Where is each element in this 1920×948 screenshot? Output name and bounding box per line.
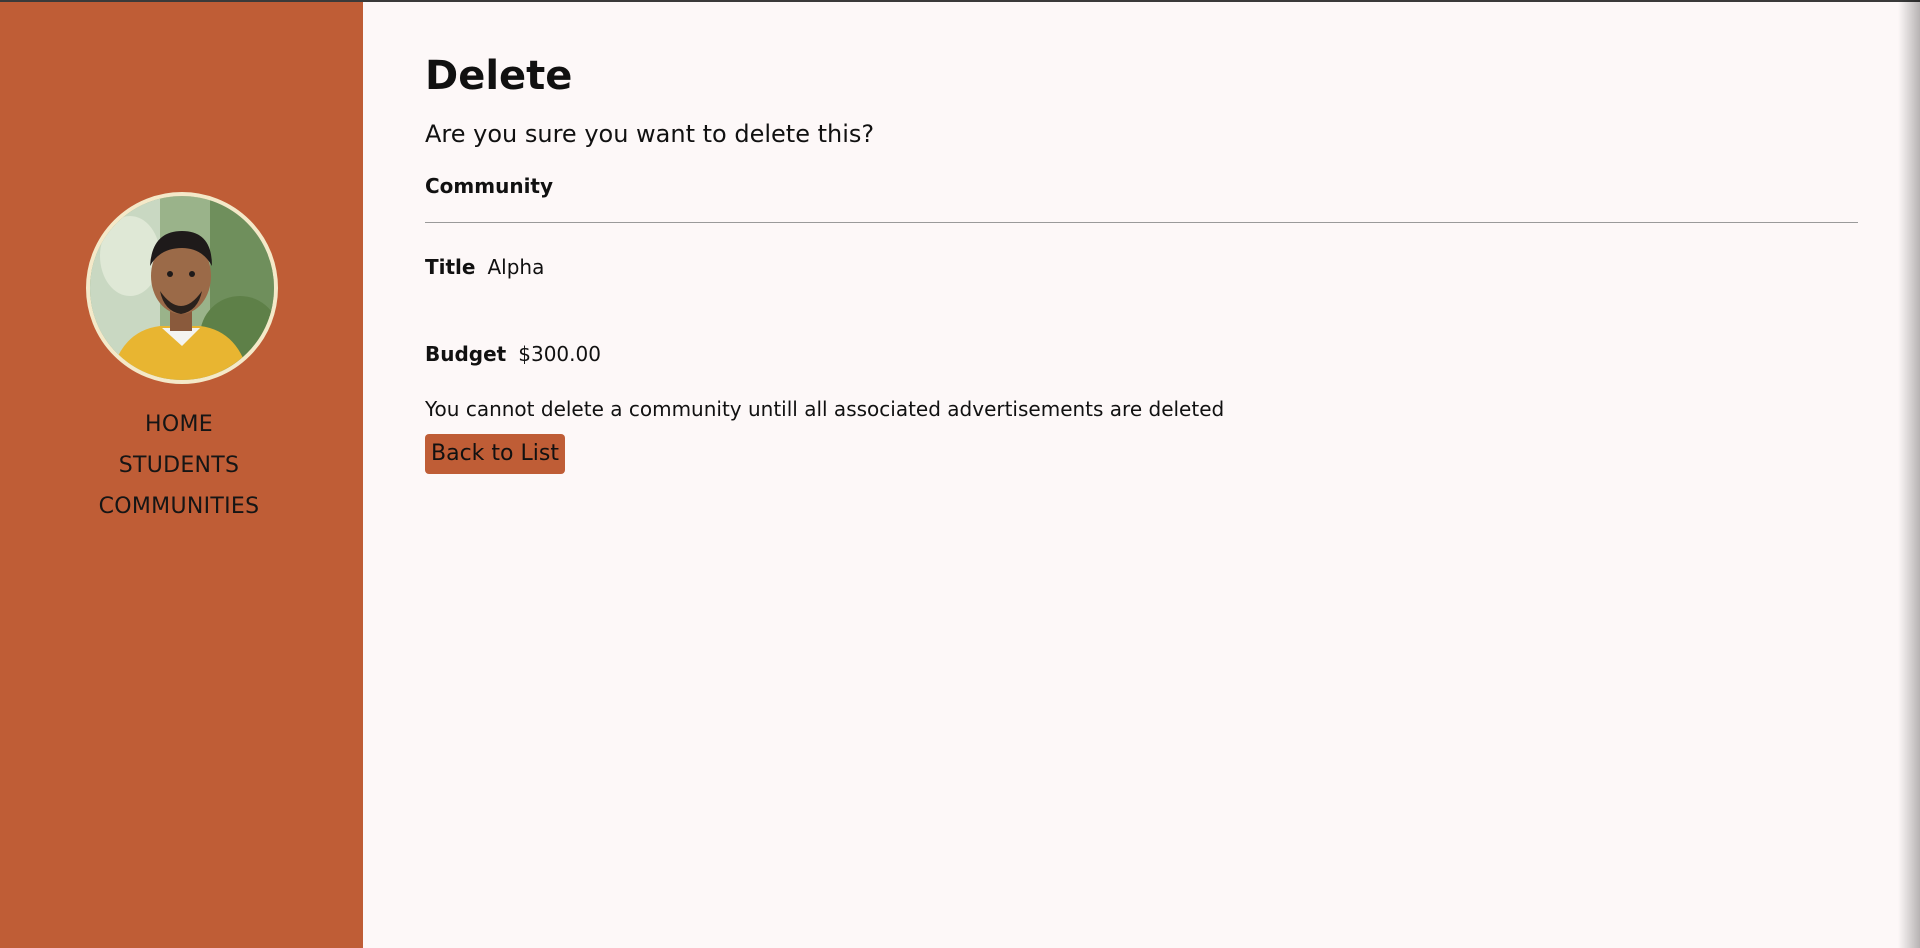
back-to-list-button[interactable]: Back to List: [425, 434, 565, 474]
divider: [425, 222, 1858, 223]
page-title: Delete: [425, 53, 573, 99]
field-budget-value: $300.00: [518, 342, 601, 366]
entity-type-heading: Community: [425, 174, 554, 198]
sidebar: HOME STUDENTS COMMUNITIES: [0, 2, 363, 948]
confirm-question: Are you sure you want to delete this?: [425, 120, 875, 148]
field-title-value: Alpha: [487, 255, 545, 279]
right-edge-shadow: [1898, 0, 1920, 948]
main-nav: HOME STUDENTS COMMUNITIES: [0, 404, 358, 527]
profile-photo: [90, 196, 274, 380]
field-budget-label: Budget: [425, 342, 507, 366]
avatar: [86, 192, 278, 384]
nav-item-communities[interactable]: COMMUNITIES: [0, 486, 358, 527]
field-budget: Budget $300.00: [425, 340, 601, 368]
nav-item-students[interactable]: STUDENTS: [0, 445, 358, 486]
delete-warning-notice: You cannot delete a community untill all…: [425, 397, 1225, 421]
nav-item-home[interactable]: HOME: [0, 404, 358, 445]
field-title-label: Title: [425, 255, 476, 279]
field-title: Title Alpha: [425, 253, 544, 281]
